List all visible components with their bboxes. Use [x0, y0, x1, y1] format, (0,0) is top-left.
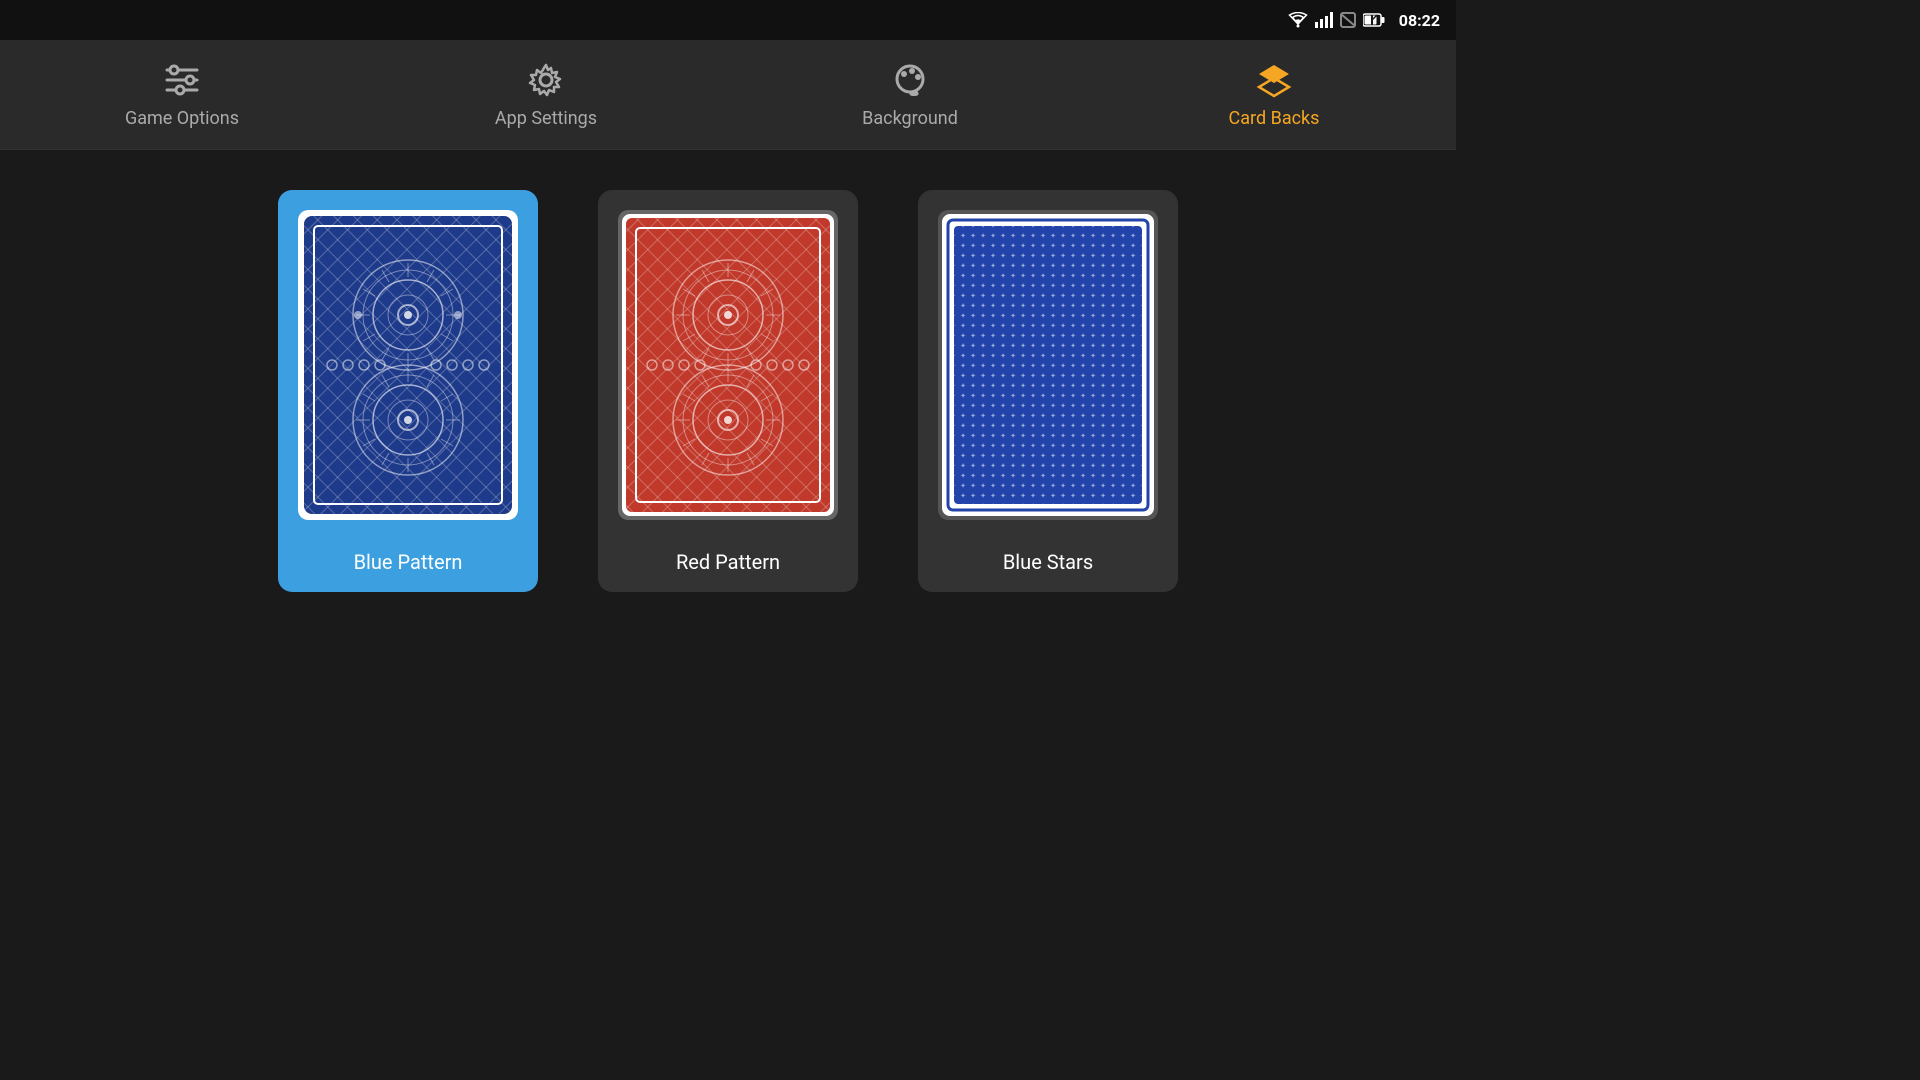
card-wrapper-blue: ✦	[278, 190, 538, 540]
signal-icon	[1315, 12, 1333, 28]
layers-icon	[1254, 60, 1294, 100]
gear-icon	[526, 60, 566, 100]
status-bar: 08:22	[0, 0, 1456, 40]
nav-item-background[interactable]: Background	[728, 48, 1092, 141]
game-options-label: Game Options	[125, 108, 239, 129]
red-pattern-label: Red Pattern	[598, 540, 858, 592]
nav-item-card-backs[interactable]: Card Backs	[1092, 48, 1456, 141]
blue-pattern-label: Blue Pattern	[278, 540, 538, 592]
card-option-red-pattern[interactable]: Red Pattern	[598, 190, 858, 592]
card-backs-label: Card Backs	[1229, 108, 1320, 129]
nav-item-game-options[interactable]: Game Options	[0, 48, 364, 141]
red-pattern-card	[618, 210, 838, 520]
sliders-icon	[162, 60, 202, 100]
blue-stars-label: Blue Stars	[918, 540, 1178, 592]
app-settings-label: App Settings	[495, 108, 597, 129]
card-option-blue-pattern[interactable]: ✦	[278, 190, 538, 592]
no-sim-icon	[1339, 12, 1357, 28]
card-option-blue-stars[interactable]: ✦ Blue Stars	[918, 190, 1178, 592]
nav-bar: Game Options App Settings Background Car…	[0, 40, 1456, 150]
card-wrapper-red	[598, 190, 858, 540]
wifi-icon	[1287, 12, 1309, 28]
blue-pattern-card: ✦	[298, 210, 518, 520]
card-wrapper-blue-stars: ✦	[918, 190, 1178, 540]
battery-icon	[1363, 13, 1385, 27]
card-backs-grid: ✦	[0, 150, 1456, 632]
background-label: Background	[862, 108, 958, 129]
blue-stars-card: ✦	[938, 210, 1158, 520]
status-icons: 08:22	[1287, 11, 1440, 30]
palette-icon	[890, 60, 930, 100]
nav-item-app-settings[interactable]: App Settings	[364, 48, 728, 141]
clock: 08:22	[1399, 11, 1440, 30]
